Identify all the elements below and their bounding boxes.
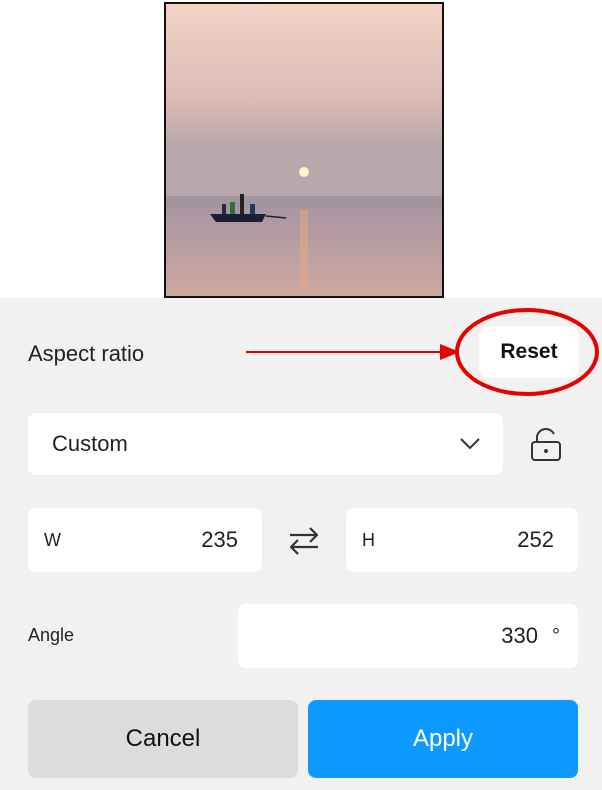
width-label: W [44, 529, 61, 550]
angle-value[interactable]: 330 [501, 623, 538, 649]
width-field[interactable]: W 235 [28, 508, 262, 572]
image-preview [164, 2, 444, 298]
chevron-down-icon [460, 438, 480, 450]
cancel-button[interactable]: Cancel [28, 700, 298, 778]
aspect-ratio-value: Custom [52, 431, 128, 456]
annotation-circle [455, 308, 599, 396]
width-value[interactable]: 235 [201, 527, 238, 553]
height-label: H [362, 529, 375, 550]
apply-button[interactable]: Apply [308, 700, 578, 778]
height-value[interactable]: 252 [517, 527, 554, 553]
degree-unit: ° [552, 624, 560, 647]
aspect-ratio-select[interactable]: Custom [28, 413, 503, 475]
swap-icon[interactable] [286, 524, 322, 558]
height-field[interactable]: H 252 [346, 508, 578, 572]
aspect-ratio-label: Aspect ratio [28, 341, 145, 366]
unlock-icon[interactable] [530, 428, 562, 462]
sunset-boat-photo [166, 4, 442, 296]
angle-label: Angle [28, 625, 75, 645]
annotation-arrow [246, 344, 460, 360]
angle-field[interactable]: 330 ° [238, 604, 578, 668]
